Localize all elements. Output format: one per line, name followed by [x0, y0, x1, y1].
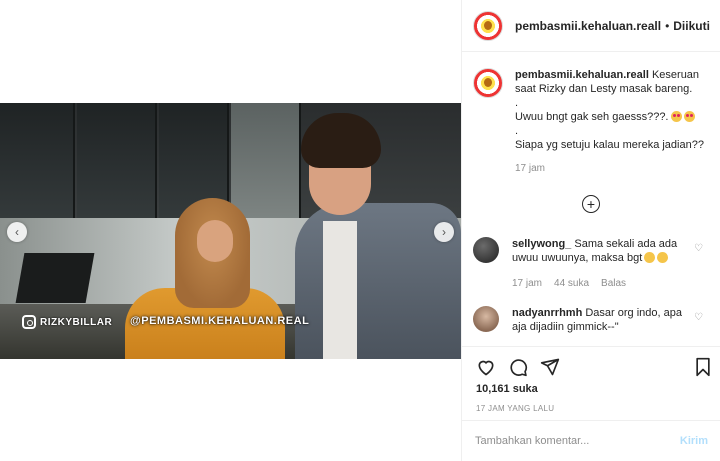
post-timestamp[interactable]: 17 JAM YANG LALU: [476, 404, 554, 413]
separator-dot: •: [665, 18, 670, 33]
post-caption: pembasmii.kehaluan.reall Keseruan saat R…: [473, 68, 713, 176]
heart-icon[interactable]: [476, 357, 496, 377]
header-username[interactable]: pembasmii.kehaluan.reall: [515, 19, 661, 33]
avatar[interactable]: [473, 237, 499, 263]
caption-time: 17 jam: [515, 163, 546, 174]
avatar[interactable]: [473, 10, 503, 41]
previous-arrow-icon[interactable]: ‹: [7, 222, 27, 242]
caption-line: .: [515, 125, 519, 137]
plus-circle-icon[interactable]: +: [582, 195, 600, 213]
post-sidebar: pembasmii.kehaluan.reall • Diikuti pemba…: [461, 0, 720, 461]
video-frame[interactable]: RIZKYBILLAR @PEMBASMI.KEHALUAN.REAL: [0, 103, 461, 359]
comment-likes[interactable]: 44 suka: [554, 277, 589, 291]
caption-line: .: [515, 97, 519, 109]
instagram-post-view: RIZKYBILLAR @PEMBASMI.KEHALUAN.REAL ‹ › …: [0, 0, 720, 461]
reply-button[interactable]: Balas: [601, 277, 626, 291]
caption-line: Siapa yg setuju kalau mereka jadian??: [515, 139, 704, 151]
send-button[interactable]: Kirim: [680, 435, 708, 447]
bookmark-icon[interactable]: [693, 357, 713, 377]
heart-eyes-emoji-icon: [670, 111, 682, 122]
comment-icon[interactable]: [508, 357, 528, 377]
comment-item: sellywong_ Sama sekali ada ada uwuu uwuu…: [473, 237, 713, 291]
share-icon[interactable]: [540, 357, 560, 377]
next-arrow-icon[interactable]: ›: [434, 222, 454, 242]
comment-time: 17 jam: [512, 278, 543, 289]
comment-item: nadyanrrhmh Dasar org indo, apa aja dija…: [473, 306, 713, 334]
grin-emoji-icon: [644, 252, 656, 263]
like-count[interactable]: 10,161 suka: [476, 383, 538, 395]
post-header: pembasmii.kehaluan.reall • Diikuti: [462, 0, 720, 52]
comment-like-heart-icon[interactable]: ♡: [694, 312, 703, 323]
follow-button[interactable]: Diikuti: [673, 19, 710, 33]
post-media: RIZKYBILLAR @PEMBASMI.KEHALUAN.REAL ‹ ›: [0, 0, 461, 461]
comment-like-heart-icon[interactable]: ♡: [694, 243, 703, 254]
caption-username[interactable]: pembasmii.kehaluan.reall: [515, 69, 649, 81]
kitchen-cabinet: [0, 103, 75, 218]
post-actions: [462, 346, 720, 406]
comment-username[interactable]: sellywong_: [512, 238, 571, 250]
range-hood: [15, 253, 95, 303]
watermark-handle: RIZKYBILLAR: [22, 315, 112, 329]
comment-input[interactable]: [475, 435, 680, 447]
grin-emoji-icon: [657, 252, 669, 263]
instagram-logo-icon: [22, 315, 36, 329]
caption-line: Uwuu bngt gak seh gaesss???.: [515, 111, 669, 123]
heart-eyes-emoji-icon: [683, 111, 695, 122]
avatar[interactable]: [473, 306, 499, 332]
avatar[interactable]: [473, 68, 503, 98]
comment-composer: Kirim: [462, 420, 720, 461]
comment-username[interactable]: nadyanrrhmh: [512, 307, 582, 319]
watermark-account: @PEMBASMI.KEHALUAN.REAL: [130, 315, 310, 327]
person-left: [125, 198, 285, 359]
